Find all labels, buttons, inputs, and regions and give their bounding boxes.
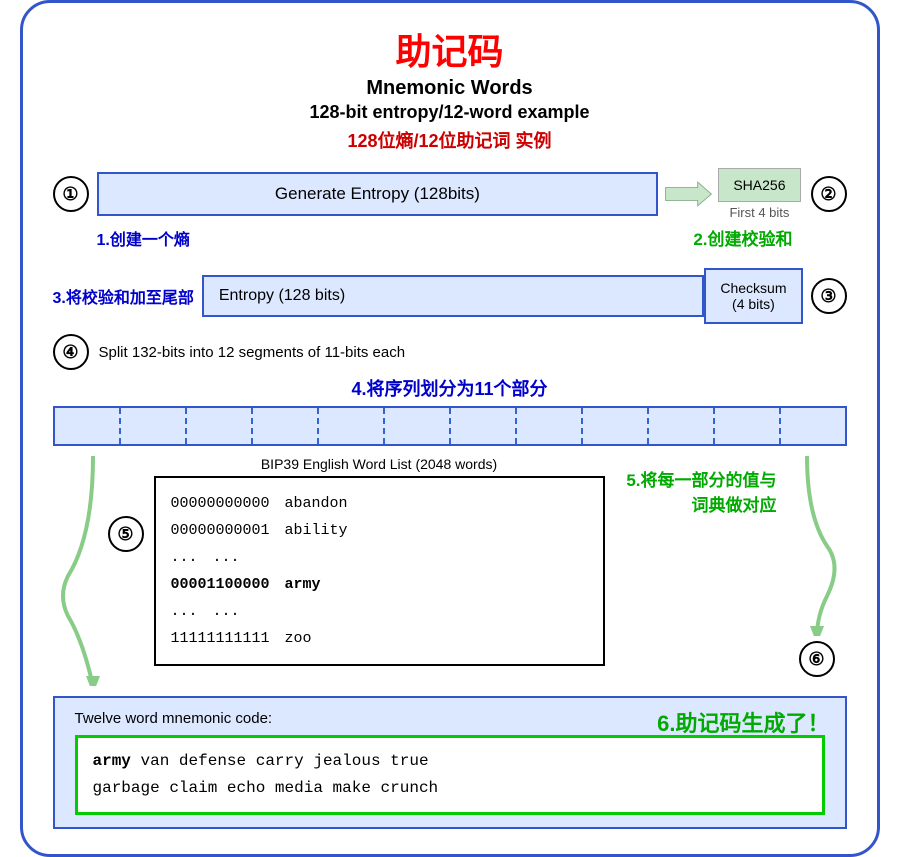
right-area: ⑥ — [787, 456, 847, 677]
seg-6 — [385, 408, 451, 444]
bip39-bits-zoo: 11111111111 — [171, 625, 270, 652]
label-5: 5.将每一部分的值与词典做对应 — [617, 466, 777, 516]
circle-3: ③ — [811, 278, 847, 314]
circle-4: ④ — [53, 334, 89, 370]
seg-3 — [187, 408, 253, 444]
mnemonic-rest: van defense carry jealous truegarbage cl… — [93, 752, 439, 797]
bits-bar-inner — [55, 408, 845, 444]
bip39-dots-bits-2: ... — [171, 598, 198, 625]
seg-7 — [451, 408, 517, 444]
mnemonic-box: army van defense carry jealous truegarba… — [75, 735, 825, 815]
circle-2: ② — [811, 176, 847, 212]
seg-4 — [253, 408, 319, 444]
sha256-box: SHA256 — [718, 168, 800, 202]
label-3: 3.将校验和加至尾部 — [53, 284, 194, 308]
bip39-word-2: ability — [285, 517, 348, 544]
seg-10 — [649, 408, 715, 444]
checksum-label: Checksum(4 bits) — [720, 280, 786, 312]
circle-1: ① — [53, 176, 89, 212]
checksum-box: Checksum(4 bits) — [704, 268, 802, 324]
seg-9 — [583, 408, 649, 444]
bip39-dots-bits: ... — [171, 544, 198, 571]
label-2: 2.创建校验和 — [693, 225, 800, 250]
step4-row: ④ Split 132-bits into 12 segments of 11-… — [53, 334, 847, 370]
subtitle-en: 128-bit entropy/12-word example — [53, 102, 847, 123]
title-en: Mnemonic Words — [53, 77, 847, 100]
step1-row: ① Generate Entropy (128bits) SHA256 Firs… — [53, 168, 847, 220]
seg-11 — [715, 408, 781, 444]
bip39-container: BIP39 English Word List (2048 words) 000… — [154, 456, 605, 666]
title-zh: 助记码 — [53, 23, 847, 75]
right-arrow-svg — [787, 456, 847, 636]
seg-8 — [517, 408, 583, 444]
label-6: 6.助记码生成了！ — [657, 706, 829, 738]
first4bits-label: First 4 bits — [729, 205, 789, 220]
left-arrow-svg — [53, 456, 108, 686]
circle-5: ⑤ — [108, 516, 144, 552]
bip39-row-dots1: ... ... — [171, 544, 588, 571]
label-1: 1.创建一个熵 — [97, 226, 190, 250]
bip39-bits-2: 00000000001 — [171, 517, 270, 544]
bip39-dots-word-2: ... — [213, 598, 240, 625]
entropy-box: Generate Entropy (128bits) — [97, 172, 659, 216]
left-arrows — [53, 456, 108, 686]
seg-12 — [781, 408, 845, 444]
middle-section: ⑤ BIP39 English Word List (2048 words) 0… — [53, 456, 847, 686]
mnemonic-first-word: army — [93, 752, 131, 770]
bip39-bits-1: 00000000000 — [171, 490, 270, 517]
seg-1 — [55, 408, 121, 444]
seg-5 — [319, 408, 385, 444]
circle-6: ⑥ — [799, 641, 835, 677]
bottom-section: Twelve word mnemonic code: army van defe… — [53, 696, 847, 829]
entropy128-box: Entropy (128 bits) — [202, 275, 705, 317]
bip39-box: 00000000000 abandon 00000000001 ability … — [154, 476, 605, 666]
bip39-bits-army: 00001100000 — [171, 571, 270, 598]
step3-row: 3.将校验和加至尾部 Entropy (128 bits) Checksum(4… — [53, 268, 847, 324]
bip39-label: BIP39 English Word List (2048 words) — [154, 456, 605, 472]
step4-label: Split 132-bits into 12 segments of 11-bi… — [99, 344, 406, 361]
bip39-word-zoo: zoo — [285, 625, 312, 652]
bip39-row-army: 00001100000 army — [171, 571, 588, 598]
bip39-word-army: army — [285, 571, 321, 598]
bip39-row-2: 00000000001 ability — [171, 517, 588, 544]
bip39-dots-word: ... — [213, 544, 240, 571]
bip39-row-1: 00000000000 abandon — [171, 490, 588, 517]
seg-2 — [121, 408, 187, 444]
bip39-row-dots2: ... ... — [171, 598, 588, 625]
bip39-word-1: abandon — [285, 490, 348, 517]
arrow-to-sha — [658, 179, 718, 209]
main-container: 助记码 Mnemonic Words 128-bit entropy/12-wo… — [20, 0, 880, 857]
subtitle-zh: 128位熵/12位助记词 实例 — [53, 127, 847, 153]
bits-bar — [53, 406, 847, 446]
bip39-row-zoo: 11111111111 zoo — [171, 625, 588, 652]
step4-zh: 4.将序列划分为11个部分 — [53, 375, 847, 401]
